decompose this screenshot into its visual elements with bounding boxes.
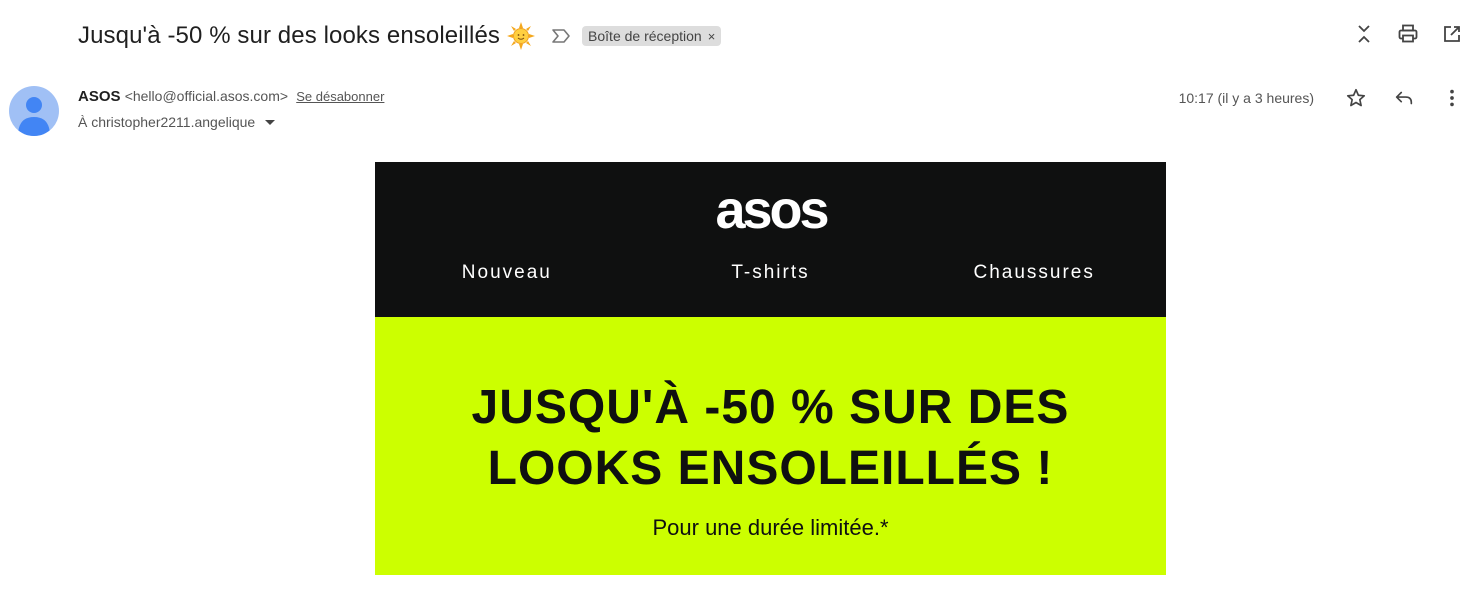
top-actions [1352,22,1464,46]
nav-item-tshirts[interactable]: T-shirts [639,262,903,284]
message-time: 10:17 (il y a 3 heures) [1178,90,1314,106]
recipient-text: À christopher2211.angelique [78,114,256,130]
reply-icon[interactable] [1392,86,1416,110]
email-subject: Jusqu'à -50 % sur des looks ensoleillés [78,22,501,49]
inbox-label-chip[interactable]: Boîte de réception × [582,26,722,46]
brand-header: asos Nouveau T-shirts Chaussures [375,162,1166,317]
collapse-icon[interactable] [1352,22,1376,46]
promo-banner[interactable]: JUSQU'À -50 % SUR DES LOOKS ENSOLEILLÉS … [375,317,1166,575]
promo-nav: Nouveau T-shirts Chaussures [375,262,1166,284]
open-in-new-window-icon[interactable] [1440,22,1464,46]
sender-name: ASOS [78,88,121,105]
unsubscribe-link[interactable]: Se désabonner [296,89,384,104]
star-icon[interactable] [1344,86,1368,110]
recipient-details-dropdown[interactable] [265,119,276,125]
avatar[interactable] [9,86,59,136]
svg-text:asos: asos [715,188,827,236]
remove-label-button[interactable]: × [708,29,716,44]
asos-logo[interactable]: asos [702,180,840,240]
inbox-label-text: Boîte de réception [588,28,702,44]
promo-subtitle: Pour une durée limitée.* [652,515,889,540]
nav-item-nouveau[interactable]: Nouveau [375,262,639,284]
sun-icon [506,21,536,51]
promo-headline: JUSQU'À -50 % SUR DES LOOKS ENSOLEILLÉS … [375,317,1166,499]
message-meta: 10:17 (il y a 3 heures) [1179,86,1464,110]
promo-headline-line1: JUSQU'À -50 % SUR DES [471,381,1070,434]
importance-marker-icon[interactable] [550,25,572,47]
sender-line: ASOS <hello@official.asos.com> Se désabo… [78,88,384,105]
sender-email: <hello@official.asos.com> [124,88,289,104]
subject-row: Jusqu'à -50 % sur des looks ensoleillés … [78,14,722,58]
recipient-line: À christopher2211.angelique [78,114,276,130]
more-vert-icon[interactable] [1440,86,1464,110]
asos-logo-graphic: asos [715,180,830,240]
email-body: asos Nouveau T-shirts Chaussures JUSQU'À… [375,162,1166,575]
print-icon[interactable] [1396,22,1420,46]
nav-item-chaussures[interactable]: Chaussures [902,262,1166,284]
promo-headline-line2: LOOKS ENSOLEILLÉS ! [487,442,1054,495]
